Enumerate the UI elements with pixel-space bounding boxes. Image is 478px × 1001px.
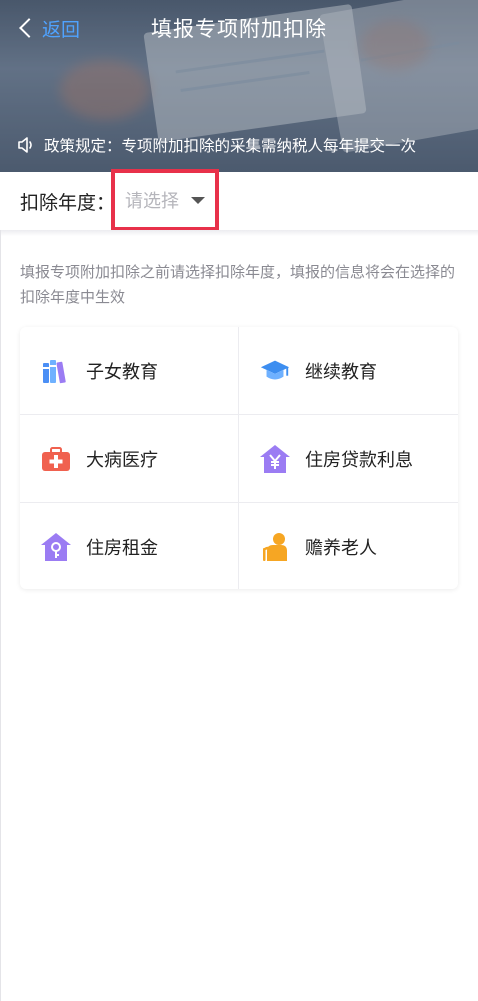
category-label: 子女教育 bbox=[86, 361, 158, 383]
category-label: 大病医疗 bbox=[86, 449, 158, 471]
deduction-year-select[interactable]: 请选择 bbox=[111, 169, 219, 231]
category-serious-illness[interactable]: 大病医疗 bbox=[20, 415, 238, 502]
category-label: 住房贷款利息 bbox=[305, 449, 413, 471]
house-key-icon bbox=[40, 531, 72, 563]
category-housing-rent[interactable]: 住房租金 bbox=[20, 503, 238, 590]
speaker-icon bbox=[18, 137, 32, 153]
house-yuan-icon bbox=[259, 443, 291, 475]
header-banner: 返回 填报专项附加扣除 政策规定：专项附加扣除的采集需纳税人每年提交一次 bbox=[0, 0, 478, 172]
caret-down-icon bbox=[191, 196, 205, 204]
year-select-placeholder: 请选择 bbox=[125, 191, 179, 212]
page-title: 填报专项附加扣除 bbox=[151, 17, 327, 41]
medical-kit-icon bbox=[40, 443, 72, 475]
graduation-cap-icon bbox=[259, 355, 291, 387]
category-label: 赡养老人 bbox=[305, 537, 377, 559]
hint-text: 填报专项附加扣除之前请选择扣除年度，填报的信息将会在选择的扣除年度中生效 bbox=[20, 263, 456, 306]
divider bbox=[0, 230, 478, 236]
books-icon bbox=[40, 355, 72, 387]
policy-notice-text: 政策规定：专项附加扣除的采集需纳税人每年提交一次 bbox=[44, 137, 417, 155]
category-children-education[interactable]: 子女教育 bbox=[20, 327, 238, 414]
deduction-year-label: 扣除年度： bbox=[20, 191, 116, 214]
deduction-year-row: 扣除年度： 请选择 bbox=[0, 169, 478, 231]
deduction-category-grid: 子女教育 继续教育 大病医疗 住房贷款利息 住房租金 赡养老人 bbox=[20, 327, 458, 589]
category-label: 继续教育 bbox=[305, 361, 377, 383]
category-label: 住房租金 bbox=[86, 537, 158, 559]
category-housing-loan-interest[interactable]: 住房贷款利息 bbox=[239, 415, 457, 502]
elder-person-icon bbox=[259, 531, 291, 563]
page-edge bbox=[0, 230, 1, 1001]
policy-notice: 政策规定：专项附加扣除的采集需纳税人每年提交一次 bbox=[0, 122, 478, 168]
category-elderly-support[interactable]: 赡养老人 bbox=[239, 503, 457, 590]
category-continuing-education[interactable]: 继续教育 bbox=[239, 327, 457, 414]
